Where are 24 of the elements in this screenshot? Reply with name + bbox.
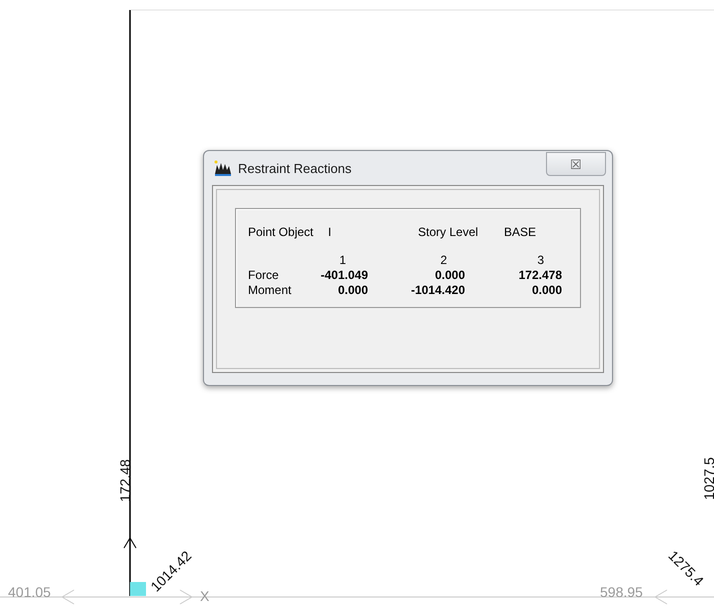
table-cell-text: -1014.420 [410,283,465,297]
table-cell-text: 172.478 [518,268,562,282]
field-value: BASE [504,225,538,239]
column-header: 3 [536,253,545,267]
column-header: 2 [439,253,448,267]
field-label: Story Level [418,225,480,239]
support-icon [130,582,146,596]
reaction-label: X [200,589,210,603]
row-label: Moment [248,283,292,297]
window-title: Restraint Reactions [238,160,352,176]
table-cell-text: 0.000 [530,283,562,297]
table-cell-text: 0.000 [434,268,465,282]
close-button[interactable]: ☒ [546,152,606,176]
reaction-label: 172.48 [118,459,132,502]
table-cell-text: -401.049 [320,268,368,282]
reaction-label: 401.05 [8,585,51,599]
field-label: Point Object [248,225,314,239]
row-label: Force [248,268,280,282]
column-header: 1 [338,253,347,267]
field-value: I [328,225,332,239]
reaction-label: 1027.5 [702,457,714,500]
table-cell-text: 0.000 [336,283,368,297]
reaction-label: 598.95 [600,585,643,599]
app-icon [214,160,232,176]
